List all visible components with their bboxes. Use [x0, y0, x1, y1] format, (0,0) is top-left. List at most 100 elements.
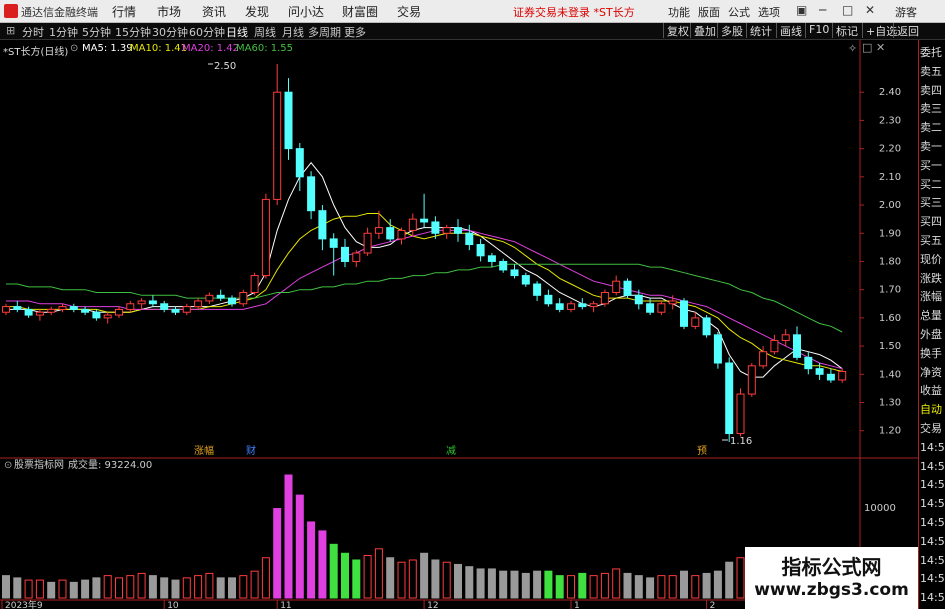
volume-bar[interactable]: [386, 557, 395, 599]
minimize-icon[interactable]: ─: [819, 3, 826, 17]
candle[interactable]: [250, 272, 259, 296]
candle[interactable]: [600, 289, 609, 307]
volume-bar[interactable]: [35, 579, 44, 599]
volume-bar[interactable]: [578, 572, 587, 599]
candle[interactable]: [148, 295, 157, 307]
side-panel-item[interactable]: 交易: [920, 422, 942, 435]
candle[interactable]: [182, 303, 191, 316]
volume-bar[interactable]: [2, 575, 10, 599]
volume-bar[interactable]: [329, 543, 338, 599]
volume-bar[interactable]: [363, 555, 372, 599]
candle[interactable]: [205, 292, 214, 304]
candle[interactable]: [352, 250, 361, 268]
candle[interactable]: [770, 334, 779, 355]
volume-bar[interactable]: [295, 494, 304, 599]
candle[interactable]: [137, 298, 146, 310]
adjust-button[interactable]: 复权: [663, 23, 689, 38]
volume-bar[interactable]: [680, 570, 688, 599]
menu-discover[interactable]: 发现: [245, 3, 269, 20]
side-panel-item[interactable]: 卖二: [920, 121, 942, 134]
side-panel-item[interactable]: 涨幅: [920, 290, 942, 303]
candle[interactable]: [194, 298, 203, 310]
volume-bar[interactable]: [92, 577, 101, 599]
volume-bar[interactable]: [533, 570, 542, 599]
period-tab-intraday[interactable]: 分时: [22, 24, 44, 40]
volume-bar[interactable]: [341, 552, 349, 599]
volume-bar[interactable]: [182, 577, 191, 599]
toolbar-grid-icon[interactable]: ⊞: [6, 24, 15, 37]
volume-bar[interactable]: [657, 575, 666, 599]
volume-bar[interactable]: [408, 559, 417, 599]
side-panel-item[interactable]: 买一: [920, 159, 942, 172]
candle[interactable]: [2, 303, 10, 316]
candle[interactable]: [533, 281, 542, 301]
candle[interactable]: [126, 300, 135, 313]
period-tab-daily[interactable]: 日线: [226, 24, 248, 40]
candle[interactable]: [374, 210, 383, 239]
event-marker-finance[interactable]: 财: [246, 444, 256, 457]
candle[interactable]: [747, 363, 756, 397]
event-marker-forecast[interactable]: 预: [697, 445, 707, 457]
volume-bar[interactable]: [465, 566, 474, 599]
volume-bar[interactable]: [634, 575, 643, 599]
volume-bar[interactable]: [646, 577, 655, 599]
volume-bar[interactable]: [725, 561, 734, 599]
side-panel-item[interactable]: 买三: [920, 196, 942, 209]
menu-trade[interactable]: 交易: [397, 3, 421, 20]
volume-bar[interactable]: [623, 572, 632, 599]
event-marker-reduce[interactable]: 减: [446, 445, 456, 457]
candle[interactable]: [465, 224, 474, 251]
candle[interactable]: [13, 300, 22, 313]
candle[interactable]: [261, 193, 270, 279]
candle[interactable]: [736, 388, 745, 437]
maximize-icon[interactable]: □: [842, 3, 853, 17]
volume-bar[interactable]: [567, 575, 575, 599]
volume-bar[interactable]: [160, 577, 169, 599]
candle[interactable]: [273, 64, 282, 206]
candle[interactable]: [781, 329, 790, 347]
volume-bar[interactable]: [691, 575, 700, 599]
candle[interactable]: [725, 357, 734, 442]
volume-bar[interactable]: [239, 575, 248, 599]
side-panel-item[interactable]: 委托: [920, 46, 942, 59]
menu-formula[interactable]: 公式: [728, 4, 750, 20]
side-panel-item[interactable]: 买二: [920, 178, 942, 191]
guest-user[interactable]: 游客: [895, 4, 917, 20]
candle[interactable]: [713, 331, 722, 369]
volume-bar[interactable]: [103, 575, 112, 599]
candle[interactable]: [702, 315, 711, 338]
candle[interactable]: [657, 300, 666, 316]
menu-market[interactable]: 市场: [157, 3, 181, 20]
volume-bar[interactable]: [589, 575, 598, 599]
volume-bar[interactable]: [58, 579, 67, 599]
volume-bar[interactable]: [250, 570, 259, 599]
menu-layout[interactable]: 版面: [698, 4, 720, 20]
side-panel-item[interactable]: 外盘: [920, 328, 942, 341]
candle[interactable]: [115, 306, 123, 318]
volume-bar[interactable]: [273, 508, 282, 599]
candle[interactable]: [295, 142, 304, 191]
candle[interactable]: [476, 238, 485, 262]
volume-bar[interactable]: [736, 557, 745, 599]
menu-ask[interactable]: 问小达: [288, 3, 324, 20]
menu-news[interactable]: 资讯: [202, 3, 226, 20]
candle[interactable]: [160, 300, 169, 313]
candle[interactable]: [804, 351, 813, 375]
volume-bar[interactable]: [420, 552, 429, 599]
candle[interactable]: [363, 227, 372, 256]
volume-bar[interactable]: [476, 568, 485, 599]
candle[interactable]: [216, 289, 225, 301]
candle[interactable]: [612, 275, 621, 296]
candle[interactable]: [284, 78, 293, 160]
candle[interactable]: [623, 278, 632, 299]
candle[interactable]: [81, 306, 90, 316]
draw-line-button[interactable]: 画线: [776, 23, 802, 38]
skin-icon[interactable]: ▣: [796, 3, 807, 17]
side-panel-item[interactable]: 卖五: [920, 65, 942, 78]
candle[interactable]: [578, 298, 587, 310]
close-icon[interactable]: ✕: [865, 3, 875, 17]
side-panel-item[interactable]: 买四: [920, 215, 942, 228]
volume-bar[interactable]: [600, 572, 609, 599]
volume-bar[interactable]: [148, 575, 157, 599]
volume-bar[interactable]: [499, 570, 508, 599]
